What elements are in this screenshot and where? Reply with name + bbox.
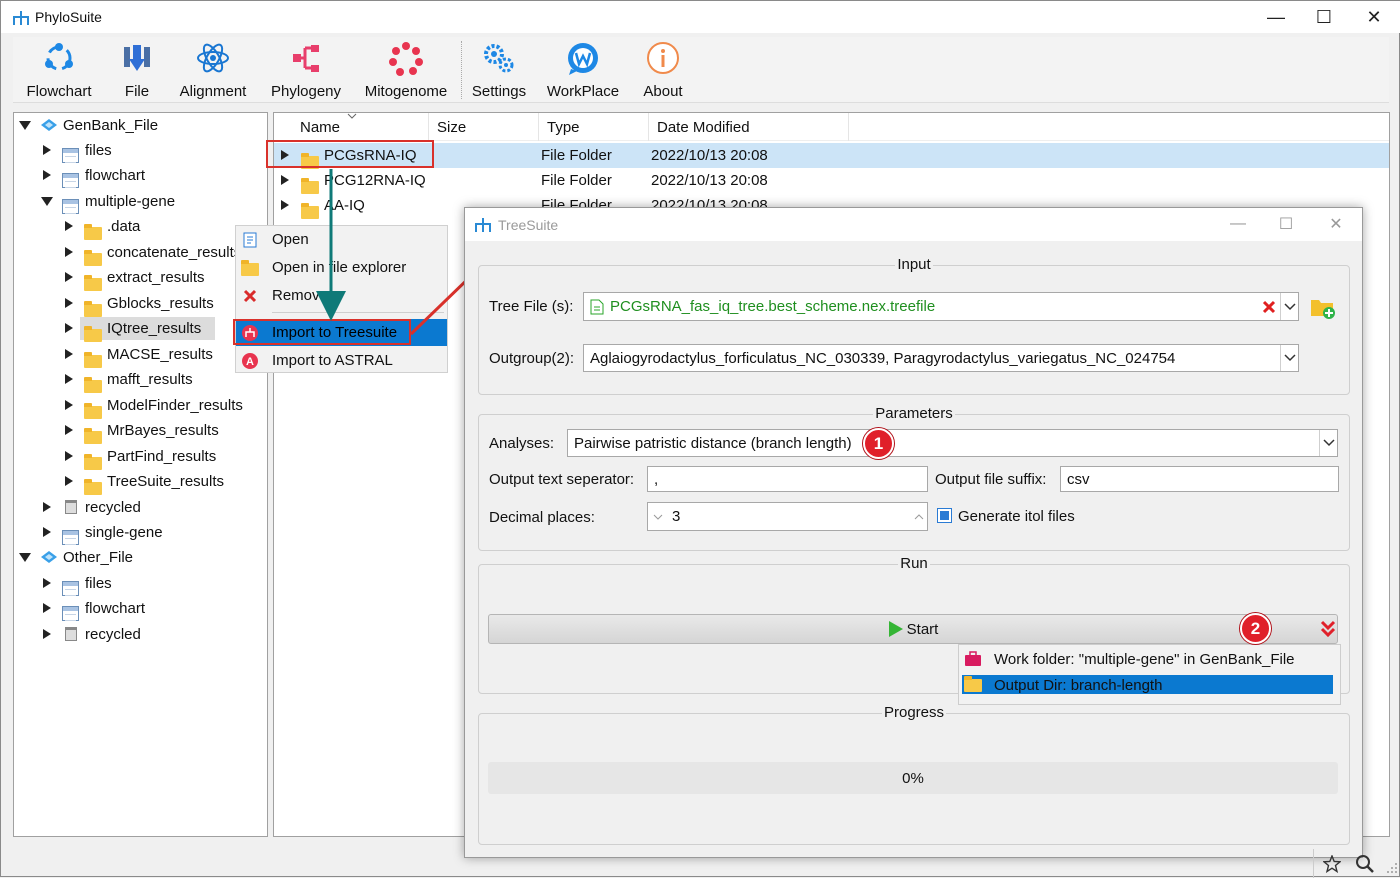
tree-file-value: PCGsRNA_fas_iq_tree.best_scheme.nex.tree… [610,298,936,315]
folder-icon [964,676,982,692]
resize-grip-icon[interactable] [1385,861,1399,875]
status-bar [1,849,1400,878]
checkbox-fill [940,511,949,520]
analyses-label: Analyses: [489,435,555,452]
start-button[interactable]: Start [488,614,1338,644]
status-separator [1313,849,1314,878]
decimal-places-value: 3 [672,508,681,525]
progress-bar: 0% [488,762,1338,794]
play-icon [888,621,903,637]
separator-value: , [654,470,659,488]
group-title: Run [898,555,930,572]
outgroup-combobox[interactable]: Aglaiogyrodactylus_forficulatus_NC_03033… [583,344,1299,372]
start-dropdown-menu: Work folder: "multiple-gene" in GenBank_… [958,644,1341,705]
menu-item-label: Output Dir: branch-length [994,677,1163,694]
treesuite-title: TreeSuite [498,217,559,233]
separator-label: Output text seperator: [489,471,635,488]
file-suffix-value: csv [1067,470,1090,488]
file-suffix-label: Output file suffix: [935,471,1047,488]
outgroup-value: Aglaiogyrodactylus_forficulatus_NC_03033… [590,349,1176,367]
treesuite-logo-icon [475,218,491,232]
decimal-places-spinbox[interactable]: 3 [647,502,928,531]
menu-item-label: Work folder: "multiple-gene" in GenBank_… [994,651,1295,668]
separator-input[interactable]: , [647,466,928,492]
itol-checkbox[interactable] [937,508,952,523]
itol-label: Generate itol files [958,508,1075,525]
treesuite-close-button[interactable]: ✕ [1313,208,1359,240]
decimal-places-label: Decimal places: [489,509,595,526]
file-suffix-input[interactable]: csv [1060,466,1339,492]
menu-item-output-dir[interactable]: Output Dir: branch-length [962,675,1333,694]
analyses-value: Pairwise patristic distance (branch leng… [574,434,852,452]
treesuite-minimize-button[interactable]: — [1215,208,1261,240]
analyses-combobox[interactable]: Pairwise patristic distance (branch leng… [567,429,1338,457]
chevron-down-icon[interactable] [1319,430,1337,456]
group-title: Input [895,256,933,273]
decrement-arrow-icon[interactable] [653,514,663,520]
document-icon [590,299,604,315]
start-label: Start [906,620,939,638]
group-title: Parameters [873,405,955,422]
chevron-down-icon[interactable] [1280,345,1298,371]
parameters-group: Parameters Analyses: Pairwise patristic … [478,405,1350,551]
treesuite-title-bar: TreeSuite — ☐ ✕ [465,208,1362,241]
menu-item-work-folder[interactable]: Work folder: "multiple-gene" in GenBank_… [959,645,1340,674]
star-icon[interactable] [1323,855,1341,873]
tree-file-label: Tree File (s): [489,298,574,315]
step-badge-2: 2 [1240,613,1271,644]
tree-file-field[interactable]: PCGsRNA_fas_iq_tree.best_scheme.nex.tree… [583,292,1299,321]
chevron-down-icon[interactable] [1280,293,1298,320]
search-icon[interactable] [1355,854,1375,874]
step-badge-1: 1 [863,428,894,459]
add-folder-icon[interactable] [1309,294,1337,320]
briefcase-icon [965,651,981,666]
group-title: Progress [881,704,947,721]
treesuite-window: TreeSuite — ☐ ✕ Input Tree File (s): PCG… [464,207,1363,858]
main-window: PhyloSuite — ☐ ✕ Flowchart File Alignmen… [0,0,1400,878]
treesuite-maximize-button[interactable]: ☐ [1263,208,1309,240]
input-group: Input Tree File (s): PCGsRNA_fas_iq_tree… [478,256,1350,395]
progress-text: 0% [902,769,924,787]
double-chevron-down-icon[interactable] [1320,620,1336,638]
clear-icon[interactable] [1261,299,1277,315]
increment-arrow-icon[interactable] [914,514,924,520]
outgroup-label: Outgroup(2): [489,350,575,367]
